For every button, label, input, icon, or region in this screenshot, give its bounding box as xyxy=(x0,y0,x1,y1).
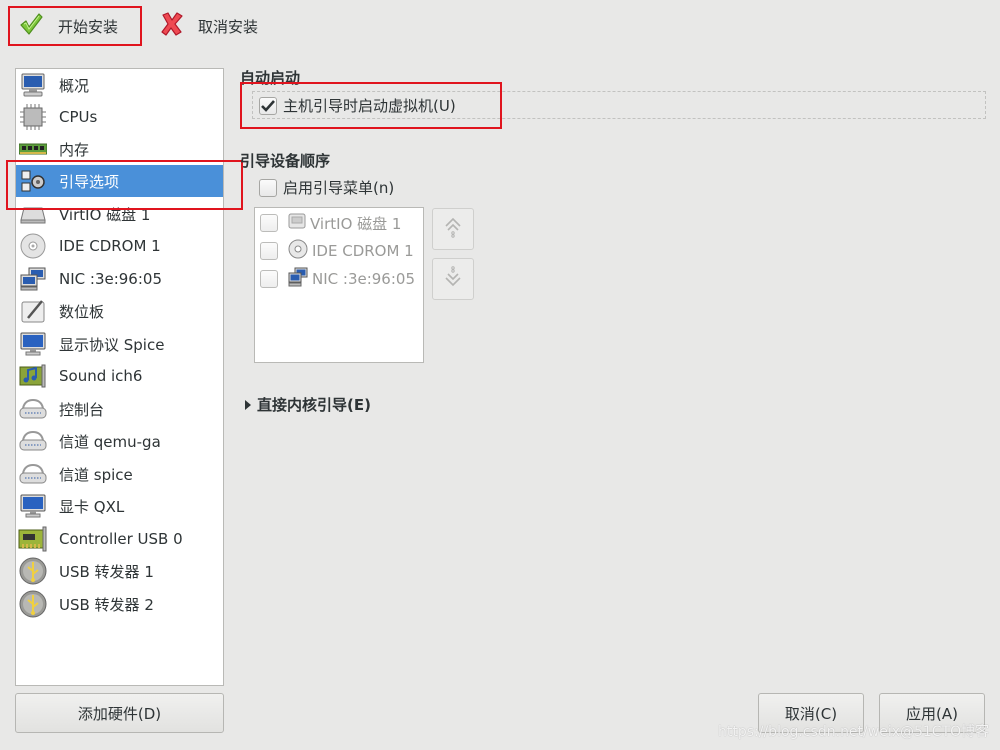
checkmark-icon xyxy=(18,11,44,41)
boot-order-title: 引导设备顺序 xyxy=(240,152,331,170)
sidebar-item-usb-controller[interactable]: Controller USB 0 xyxy=(16,523,223,555)
sidebar-item-memory[interactable]: 内存 xyxy=(16,133,223,165)
boot-device-row[interactable]: VirtIO 磁盘 1 xyxy=(260,211,401,235)
serial-icon xyxy=(18,460,48,488)
disk-icon xyxy=(288,212,306,234)
move-up-button[interactable] xyxy=(432,208,474,250)
monitor-icon xyxy=(18,71,48,99)
display-icon xyxy=(18,492,48,520)
cdrom-icon xyxy=(288,239,308,263)
disk-icon xyxy=(18,200,48,228)
hardware-list[interactable]: 概况 CPUs 内存 引导选项 VirtIO 磁盘 1 IDE CDROM 1 xyxy=(15,68,224,686)
cpu-icon xyxy=(18,103,48,131)
sidebar-item-boot-options[interactable]: 引导选项 xyxy=(16,165,223,197)
serial-icon xyxy=(18,395,48,423)
boot-device-label: IDE CDROM 1 xyxy=(312,242,414,260)
boot-device-list[interactable]: VirtIO 磁盘 1 IDE CDROM 1 NIC :3e:96:05 xyxy=(254,207,424,363)
expander-arrow-icon xyxy=(245,399,251,410)
enable-boot-menu-checkbox[interactable]: 启用引导菜单(n) xyxy=(259,177,394,198)
cancel-installation-button[interactable]: 取消安装 xyxy=(152,6,282,46)
sidebar-item-nic[interactable]: NIC :3e:96:05 xyxy=(16,263,223,295)
sidebar-item-console[interactable]: 控制台 xyxy=(16,393,223,425)
sidebar-item-cpus[interactable]: CPUs xyxy=(16,101,223,133)
usb-icon xyxy=(18,557,48,585)
pci-card-icon xyxy=(18,525,48,553)
toolbar: 开始安装 取消安装 xyxy=(0,0,1000,50)
sidebar-item-sound[interactable]: Sound ich6 xyxy=(16,360,223,392)
sidebar-item-tablet[interactable]: 数位板 xyxy=(16,295,223,327)
autostart-checkbox[interactable]: 主机引导时启动虚拟机(U) xyxy=(259,95,456,116)
sidebar-item-ide-cdrom[interactable]: IDE CDROM 1 xyxy=(16,230,223,262)
boot-device-label: VirtIO 磁盘 1 xyxy=(310,214,402,233)
tablet-icon xyxy=(18,297,48,325)
sidebar-item-usb-redirector-2[interactable]: USB 转发器 2 xyxy=(16,588,223,620)
cancel-installation-label: 取消安装 xyxy=(198,17,259,36)
gears-icon xyxy=(18,167,48,195)
direct-kernel-boot-label: 直接内核引导(E) xyxy=(257,396,371,414)
sidebar-item-channel-spice[interactable]: 信道 spice xyxy=(16,458,223,490)
serial-icon xyxy=(18,427,48,455)
x-icon xyxy=(160,11,184,41)
sidebar-item-display-spice[interactable]: 显示协议 Spice xyxy=(16,328,223,360)
sidebar-item-overview[interactable]: 概况 xyxy=(16,69,223,101)
autostart-title: 自动启动 xyxy=(240,69,301,87)
boot-device-row[interactable]: NIC :3e:96:05 xyxy=(260,267,415,291)
enable-boot-menu-label: 启用引导菜单(n) xyxy=(283,179,395,197)
memory-icon xyxy=(18,135,48,163)
arrow-down-icon xyxy=(443,266,463,292)
boot-device-label: NIC :3e:96:05 xyxy=(312,270,415,288)
add-hardware-button[interactable]: 添加硬件(D) xyxy=(15,693,224,733)
network-icon xyxy=(18,265,48,293)
direct-kernel-boot-expander[interactable]: 直接内核引导(E) xyxy=(245,394,371,415)
sidebar-item-virtio-disk[interactable]: VirtIO 磁盘 1 xyxy=(16,198,223,230)
boot-device-checkbox[interactable] xyxy=(260,270,278,288)
boot-device-row[interactable]: IDE CDROM 1 xyxy=(260,239,414,263)
boot-device-checkbox[interactable] xyxy=(260,214,278,232)
apply-button[interactable]: 应用(A) xyxy=(879,693,985,733)
boot-device-checkbox[interactable] xyxy=(260,242,278,260)
checkbox-box[interactable] xyxy=(259,178,277,197)
sidebar-item-channel-qemu-ga[interactable]: 信道 qemu-ga xyxy=(16,425,223,457)
move-down-button[interactable] xyxy=(432,258,474,300)
sound-card-icon xyxy=(18,362,48,390)
usb-icon xyxy=(18,590,48,618)
begin-installation-label: 开始安装 xyxy=(58,17,119,36)
cancel-button[interactable]: 取消(C) xyxy=(758,693,864,733)
sidebar-item-usb-redirector-1[interactable]: USB 转发器 1 xyxy=(16,555,223,587)
checkbox-box[interactable] xyxy=(259,96,277,115)
network-icon xyxy=(288,267,308,291)
sidebar-item-video-qxl[interactable]: 显卡 QXL xyxy=(16,490,223,522)
cdrom-icon xyxy=(18,232,48,260)
display-icon xyxy=(18,330,48,358)
autostart-checkbox-label: 主机引导时启动虚拟机(U) xyxy=(283,97,456,115)
arrow-up-icon xyxy=(443,216,463,242)
begin-installation-button[interactable]: 开始安装 xyxy=(8,6,142,46)
